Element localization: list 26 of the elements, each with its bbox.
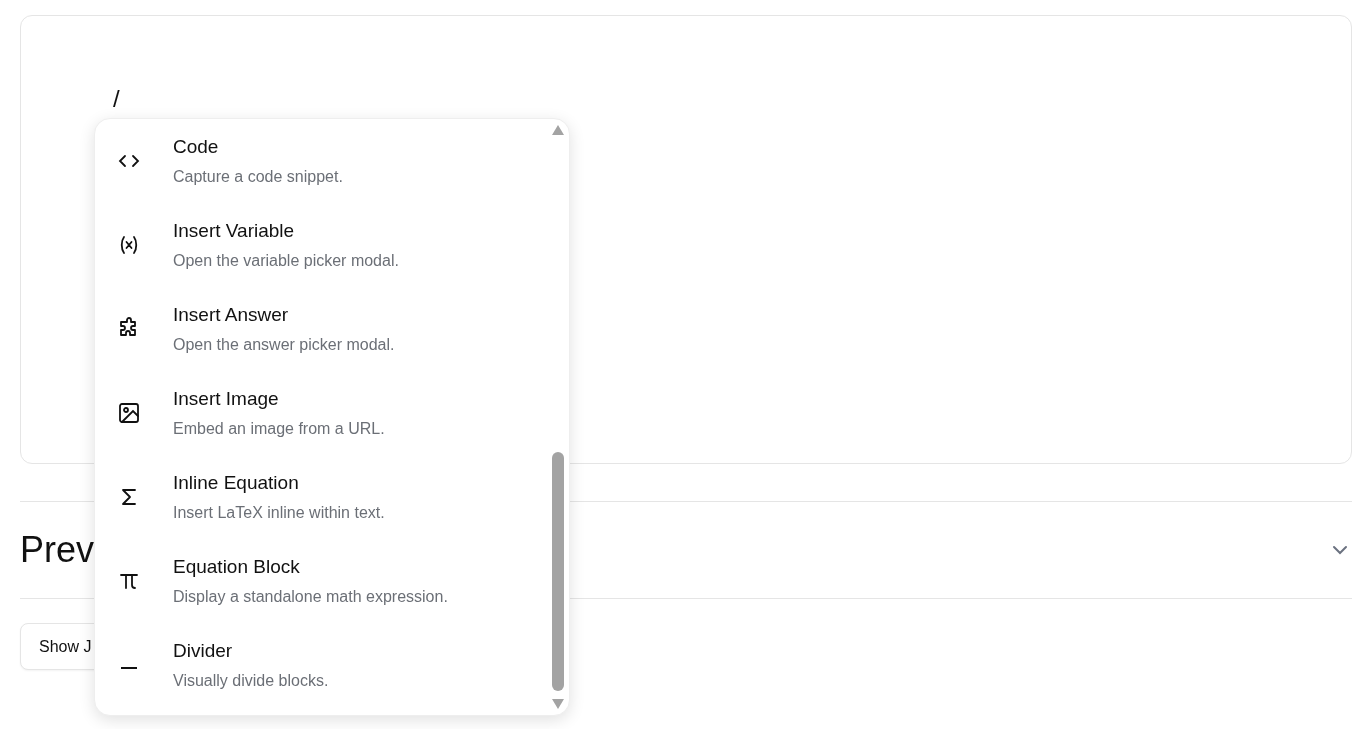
menu-item[interactable]: Equation Block Display a standalone math expression. (95, 539, 569, 623)
item-description: Insert LaTeX inline within text. (173, 502, 385, 523)
item-title: Equation Block (173, 554, 301, 579)
preview-heading: Prev (20, 529, 95, 571)
item-title: Insert Answer (173, 302, 290, 327)
item-title: Divider (173, 638, 234, 663)
item-title: Code (173, 134, 220, 159)
scroll-up-icon[interactable] (552, 125, 564, 135)
menu-item[interactable]: Insert Image Embed an image from a URL. (95, 371, 569, 455)
scroll-down-icon[interactable] (552, 699, 564, 709)
menu-item[interactable]: Insert Answer Open the answer picker modal. (95, 287, 569, 371)
item-title: Inline Equation (173, 470, 300, 495)
item-description: Open the variable picker modal. (173, 250, 399, 271)
item-title: Insert Variable (173, 218, 296, 243)
image-icon (117, 401, 141, 425)
item-description: Open the answer picker modal. (173, 334, 395, 355)
menu-item[interactable]: Insert Variable Open the variable picker modal. (95, 203, 569, 287)
item-description: Visually divide blocks. (173, 670, 329, 691)
item-description: Display a standalone math expression. (173, 586, 448, 607)
editor-text: / (113, 85, 120, 112)
item-title: Insert Image (173, 386, 280, 411)
item-description: Capture a code snippet. (173, 166, 343, 187)
divider-icon (121, 667, 137, 669)
menu-item[interactable]: Code Capture a code snippet. (95, 119, 569, 203)
item-description: Embed an image from a URL. (173, 418, 385, 439)
scrollbar-thumb[interactable] (552, 452, 564, 691)
